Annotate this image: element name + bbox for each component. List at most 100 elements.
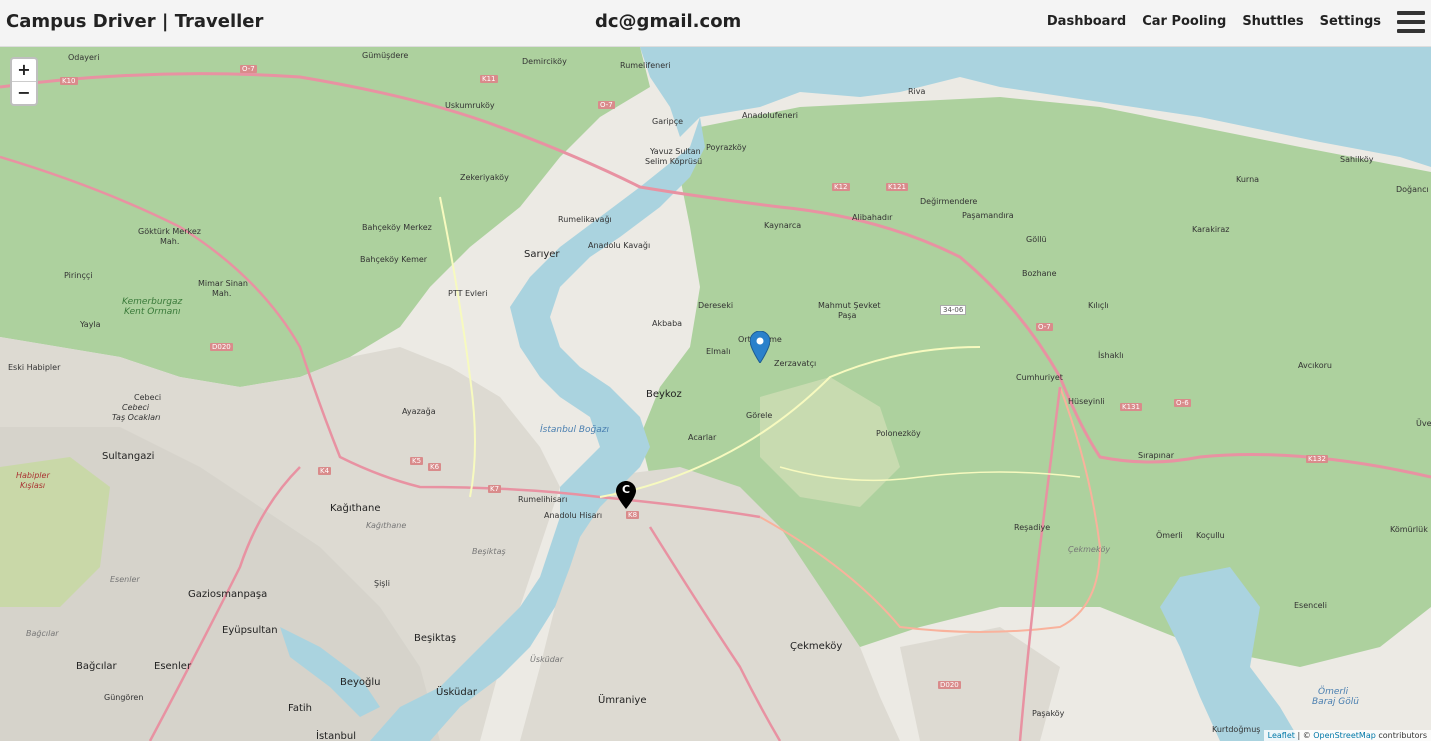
map-label: Garipçe	[652, 117, 684, 126]
map-label: Kömürlük	[1390, 525, 1428, 534]
map-label: Mah.	[212, 289, 232, 298]
map-label: Dereseki	[698, 301, 734, 310]
osm-link[interactable]: OpenStreetMap	[1313, 731, 1376, 740]
top-navbar: Campus Driver | Traveller dc@gmail.com D…	[0, 0, 1431, 47]
map-label: Kemerburgaz	[122, 297, 183, 307]
map-label: Uskumruköy	[445, 101, 495, 110]
map-label: Alibahadır	[852, 213, 893, 222]
map-label: Gümüşdere	[362, 51, 409, 60]
map-label: Göllü	[1026, 235, 1047, 244]
map-label: İstanbul Boğazı	[540, 425, 610, 435]
map-label: Kurna	[1236, 175, 1260, 184]
road-shield: K7	[488, 485, 502, 493]
road-shield: K132	[1306, 455, 1328, 463]
map-label: Bahçeköy Kemer	[360, 255, 428, 264]
road-shield: D020	[210, 343, 233, 351]
app-brand-title[interactable]: Campus Driver | Traveller	[6, 11, 263, 32]
map-label: Mahmut Şevket	[818, 301, 881, 310]
map-label: Odayeri	[68, 53, 100, 62]
map-label: Kent Ormanı	[124, 307, 181, 317]
map-label: Mimar Sinan	[198, 279, 248, 288]
map-label: Ümraniye	[598, 695, 647, 706]
map-label: Ömerli	[1156, 531, 1183, 540]
map-label: Gaziosmanpaşa	[188, 589, 268, 600]
road-shield: O-7	[240, 65, 257, 73]
map-label: Bağcılar	[26, 629, 59, 638]
map-label: İstanbul	[316, 731, 357, 741]
map-label: Yayla	[80, 320, 101, 329]
map-label: Selim Köprüsü	[645, 157, 703, 166]
map-label: Akbaba	[652, 319, 683, 328]
map-label: Cumhuriyet	[1016, 373, 1063, 382]
map-label: Değirmendere	[920, 197, 978, 206]
road-shield: K10	[60, 77, 78, 85]
map-label: Sırapınar	[1138, 451, 1175, 460]
map-label: Bozhane	[1022, 269, 1057, 278]
map-label: Hüseyinli	[1068, 397, 1105, 406]
map-label: Anadolu Kavağı	[588, 241, 651, 250]
map-label: Görele	[746, 411, 773, 420]
road-shield: O-7	[1036, 323, 1053, 331]
nav-link-shuttles[interactable]: Shuttles	[1242, 14, 1303, 29]
map-label: Rumelifeneri	[620, 61, 671, 70]
road-shield: K11	[480, 75, 498, 83]
leaflet-link[interactable]: Leaflet	[1268, 731, 1295, 740]
map-label: Cebeci	[122, 403, 150, 412]
map-label: Üsküdar	[530, 655, 563, 664]
map-label: Bağcılar	[76, 661, 117, 672]
map-label: Eski Habipler	[8, 363, 61, 372]
road-shield: K5	[410, 457, 424, 465]
road-shield: D020	[938, 681, 961, 689]
hamburger-menu-icon[interactable]	[1397, 11, 1425, 35]
nav-link-settings[interactable]: Settings	[1320, 14, 1381, 29]
attribution-sep: | ©	[1294, 731, 1314, 740]
map-label: Zerzavatçı	[774, 359, 817, 368]
map-label: Esenceli	[1294, 601, 1327, 610]
map-label: Kaynarca	[764, 221, 802, 230]
road-shield: K4	[318, 467, 332, 475]
map-label: Koçullu	[1196, 531, 1225, 540]
map-label: Paşamandıra	[962, 211, 1014, 220]
map-label: Üsküdar	[436, 687, 477, 698]
map-label: İshaklı	[1098, 351, 1124, 360]
zoom-out-button[interactable]: −	[12, 82, 36, 104]
road-shield: K121	[886, 183, 908, 191]
map-label: Pirinççi	[64, 271, 93, 280]
road-shield: O-6	[1174, 399, 1191, 407]
map-label: Sarıyer	[524, 249, 560, 260]
nav-link-dashboard[interactable]: Dashboard	[1047, 14, 1126, 29]
road-shield: K12	[832, 183, 850, 191]
map-label: Sultangazi	[102, 451, 155, 462]
map-label: Paşa	[838, 311, 857, 320]
nav-link-car-pooling[interactable]: Car Pooling	[1142, 14, 1226, 29]
map-label: Rumelikavağı	[558, 215, 612, 224]
map-label: Esenler	[110, 575, 140, 584]
map-view[interactable]: Gümüşdere Odayeri Demirciköy Rumelifener…	[0, 47, 1431, 741]
map-label: Doğancı	[1396, 185, 1429, 194]
map-label: Taş Ocakları	[112, 413, 161, 422]
map-label: Çekmeköy	[1068, 545, 1111, 554]
map-label: Cebeci	[134, 393, 162, 402]
map-label: Kağıthane	[330, 503, 381, 514]
map-label: Kılıçlı	[1088, 301, 1109, 310]
road-shield: K131	[1120, 403, 1142, 411]
map-label: Acarlar	[688, 433, 717, 442]
map-label: Riva	[908, 87, 926, 96]
attribution-suffix: contributors	[1375, 731, 1427, 740]
map-label: PTT Evleri	[448, 289, 488, 298]
map-label: Beşiktaş	[414, 633, 457, 644]
map-label: Anadolu Hisarı	[544, 511, 603, 520]
map-label: Reşadiye	[1014, 523, 1051, 532]
map-attribution: Leaflet | © OpenStreetMap contributors	[1263, 730, 1431, 741]
map-label: Zekeriyaköy	[460, 173, 509, 182]
map-label: Bahçeköy Merkez	[362, 223, 432, 232]
map-label: Güngören	[104, 693, 144, 702]
road-shield: K8	[626, 511, 640, 519]
map-label: Beyoğlu	[340, 677, 381, 688]
map-label: Polonezköy	[876, 429, 921, 438]
map-label: Sahilköy	[1340, 155, 1374, 164]
map-label: Anadolufeneri	[742, 111, 798, 120]
map-label: Fatih	[288, 703, 312, 714]
map-label: Göktürk Merkez	[138, 227, 201, 236]
zoom-in-button[interactable]: +	[12, 59, 36, 82]
